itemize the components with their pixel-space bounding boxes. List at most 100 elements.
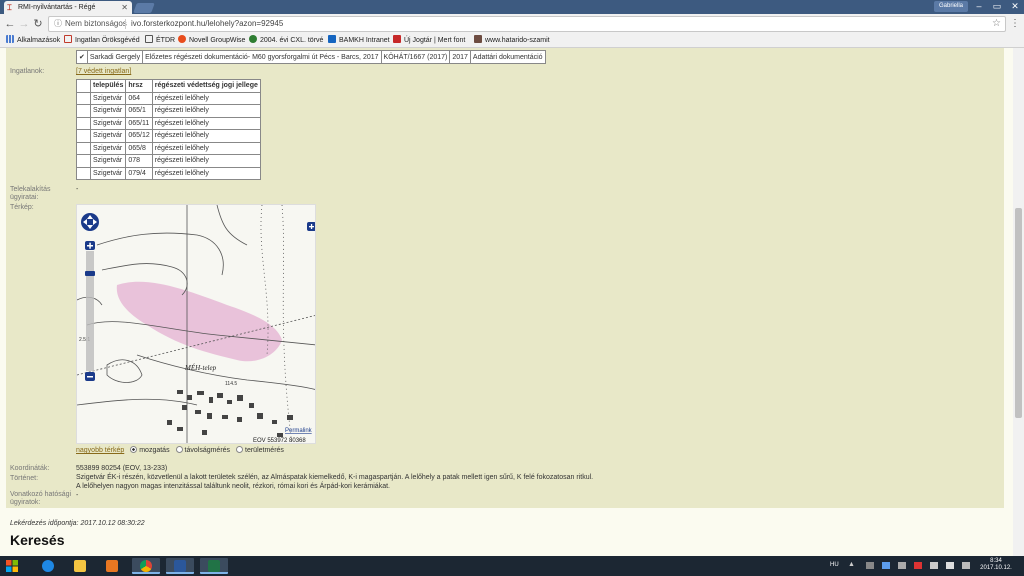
- table-cell: 065/12: [125, 129, 153, 143]
- tray-app-icon[interactable]: [962, 562, 970, 569]
- map-viewer[interactable]: MÉH-telep 2.5:1 114.5 Permalink EOV 5539…: [76, 204, 316, 444]
- table-header-row: település hrsz régészeti védettség jogi …: [76, 79, 261, 93]
- table-cell: Szigetvár: [89, 141, 127, 155]
- table-cell: [76, 91, 91, 105]
- bookmark-apps[interactable]: Alkalmazások: [6, 34, 60, 48]
- documents-table: ✔ Sarkadi Gergely Előzetes régészeti dok…: [76, 50, 546, 64]
- taskbar-clock[interactable]: 8:34 2017.10.12.: [976, 558, 1016, 572]
- checked-icon[interactable]: ✔: [79, 54, 85, 61]
- table-header: régészeti védettség jogi jellege: [151, 79, 261, 93]
- table-header: hrsz: [125, 79, 153, 93]
- address-bar[interactable]: ⓘ Nem biztonságos ivo.forsterkozpont.hu/…: [48, 16, 1006, 32]
- radio-label: mozgatás: [139, 447, 170, 454]
- table-cell: Szigetvár: [89, 166, 127, 180]
- media-player-icon: [106, 560, 118, 572]
- radio-teruletmeres[interactable]: [236, 446, 244, 453]
- maximize-icon[interactable]: ▭: [988, 0, 1006, 12]
- page-viewport: ✔ Sarkadi Gergely Előzetes régészeti dok…: [0, 48, 1013, 556]
- table-cell: Adattári dokumentáció: [469, 50, 546, 64]
- permalink-link[interactable]: Permalink: [285, 428, 313, 434]
- back-icon[interactable]: ←: [4, 18, 16, 30]
- properties-table: település hrsz régészeti védettség jogi …: [76, 79, 261, 180]
- groupwise-icon: [178, 35, 186, 43]
- table-cell: [76, 104, 91, 118]
- bookmark-item[interactable]: Ingatlan Öröksgévéd: [64, 34, 140, 48]
- language-indicator[interactable]: HU: [830, 562, 839, 568]
- radio-tavolsagmeres[interactable]: [175, 446, 183, 453]
- radio-mozgatas[interactable]: [130, 446, 138, 453]
- layer-switcher-icon[interactable]: [307, 222, 316, 231]
- table-row: Szigetvár 079/4 régészeti lelőhely: [76, 166, 261, 180]
- minimize-icon[interactable]: –: [970, 0, 988, 12]
- scrollbar-thumb[interactable]: [1015, 208, 1022, 418]
- network-icon[interactable]: [930, 562, 938, 569]
- tray-app-icon[interactable]: [898, 562, 906, 569]
- table-cell: [76, 129, 91, 143]
- table-cell: 065/11: [125, 116, 153, 130]
- larger-map-link[interactable]: nagyobb térkép: [76, 447, 124, 454]
- bookmark-item[interactable]: Novell GroupWise: [178, 34, 245, 48]
- tray-app-icon[interactable]: [882, 562, 890, 569]
- tortenet-text: Szigetvár ÉK-i részén, közvetlenül a lak…: [76, 473, 996, 491]
- plus-bar: [89, 242, 91, 249]
- taskbar-chrome[interactable]: [132, 558, 160, 574]
- bookmark-item[interactable]: 2004. évi CXL. törvé: [249, 34, 323, 48]
- browser-chrome: ⌶ RMI-nyilvántartás - Régé ✕ Gabriella –…: [0, 0, 1024, 48]
- table-cell: Sarkadi Gergely: [86, 50, 144, 64]
- menu-icon[interactable]: ⋮: [1010, 18, 1020, 30]
- clock-date: 2017.10.12.: [980, 565, 1012, 571]
- map-zoom-slider[interactable]: [85, 241, 95, 381]
- tray-app-icon[interactable]: [866, 562, 874, 569]
- table-row: Szigetvár 065/1 régészeti lelőhely: [76, 104, 261, 118]
- table-cell: Szigetvár: [89, 116, 127, 130]
- ingatlanok-label: Ingatlanok:: [10, 68, 45, 75]
- protected-properties-link[interactable]: [7 védett ingatlan]: [76, 68, 131, 75]
- table-row: Szigetvár 065/11 régészeti lelőhely: [76, 116, 261, 130]
- reload-icon[interactable]: ↻: [32, 18, 44, 30]
- excel-icon: [208, 560, 220, 572]
- zoom-handle[interactable]: [85, 271, 95, 276]
- map-pan-control[interactable]: [81, 213, 99, 231]
- info-icon[interactable]: ⓘ: [54, 17, 62, 31]
- taskbar-word[interactable]: [166, 558, 194, 574]
- window-close-icon[interactable]: ✕: [1006, 0, 1024, 12]
- document-icon: [64, 35, 72, 43]
- tortenet-label: Történet:: [10, 475, 39, 482]
- telekalakitas-label: Telekalakítás ügyiratai:: [10, 186, 51, 201]
- bookmark-star-icon[interactable]: ☆: [992, 17, 1001, 31]
- site-favicon-icon: ⌶: [7, 3, 12, 12]
- browser-tab[interactable]: ⌶ RMI-nyilvántartás - Régé ✕: [4, 1, 132, 14]
- checkbox-cell[interactable]: ✔: [76, 50, 88, 64]
- url-text: ivo.forsterkozpont.hu/lelohely?azon=9294…: [131, 19, 284, 28]
- telekalakitas-value: -: [76, 186, 79, 193]
- taskbar-explorer[interactable]: [66, 558, 94, 574]
- tray-app-icon[interactable]: [914, 562, 922, 569]
- divider: [125, 19, 126, 29]
- tab-close-icon[interactable]: ✕: [121, 1, 128, 14]
- zoom-track[interactable]: [86, 251, 94, 371]
- koordinatak-value: 553899 80254 (EOV, 13-233): [76, 465, 168, 472]
- bookmark-item[interactable]: BAMKH Intranet: [328, 34, 390, 48]
- word-icon: [174, 560, 186, 572]
- table-cell: régészeti lelőhely: [151, 116, 261, 130]
- table-cell: [76, 166, 91, 180]
- bookmark-item[interactable]: www.hatarido-szamit: [474, 34, 550, 48]
- table-cell: [76, 141, 91, 155]
- tray-chevron-icon[interactable]: ▲: [848, 561, 855, 568]
- profile-button[interactable]: Gabriella: [934, 1, 968, 12]
- taskbar-media[interactable]: [98, 558, 126, 574]
- windows-start-icon[interactable]: [6, 560, 18, 572]
- table-row: Szigetvár 064 régészeti lelőhely: [76, 91, 261, 105]
- taskbar-ie[interactable]: [34, 558, 62, 574]
- topographic-map[interactable]: MÉH-telep 2.5:1 114.5 Permalink EOV 5539…: [77, 205, 316, 444]
- vertical-scrollbar[interactable]: [1013, 48, 1024, 556]
- new-tab-button[interactable]: [133, 3, 155, 13]
- table-cell: 065/1: [125, 104, 153, 118]
- taskbar-excel[interactable]: [200, 558, 228, 574]
- security-label: Nem biztonságos: [65, 19, 127, 28]
- volume-icon[interactable]: [946, 562, 954, 569]
- forward-icon[interactable]: →: [18, 18, 30, 30]
- map-coordinates-readout: EOV 553972 80368: [253, 438, 306, 444]
- bookmark-item[interactable]: ÉTDR: [145, 34, 175, 48]
- bookmark-item[interactable]: Új Jogtár | Mert font: [393, 34, 465, 48]
